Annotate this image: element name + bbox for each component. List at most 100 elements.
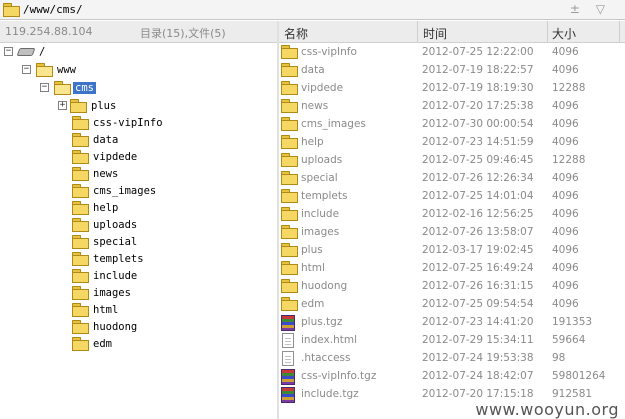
file-size: 59801264 — [552, 370, 606, 382]
folder-icon — [281, 207, 298, 221]
info-bar: 119.254.88.104 目录(15),文件(5) — [0, 21, 277, 43]
collapse-toggle-icon[interactable]: − — [4, 47, 13, 56]
file-list: css-vipInfo 2012-07-25 12:22:00 4096 data 20… — [279, 44, 625, 419]
list-item[interactable]: templets 2012-07-25 14:01:04 4096 — [279, 188, 625, 206]
tree-node-edm[interactable]: edm — [58, 335, 112, 352]
file-time: 2012-07-26 13:58:07 — [422, 226, 534, 238]
column-header-time[interactable]: 时间 — [423, 25, 447, 42]
column-header-size[interactable]: 大小 — [552, 25, 576, 42]
list-item[interactable]: include 2012-02-16 12:56:25 4096 — [279, 206, 625, 224]
folder-icon — [281, 297, 298, 311]
file-time: 2012-07-25 16:49:24 — [422, 262, 534, 274]
list-item[interactable]: images 2012-07-26 13:58:07 4096 — [279, 224, 625, 242]
folder-icon — [72, 184, 89, 198]
list-item[interactable]: index.html 2012-07-29 15:34:11 59664 — [279, 332, 625, 350]
tree-node-images[interactable]: images — [58, 284, 131, 301]
tree-node-root[interactable]: − / — [4, 43, 45, 60]
folder-icon — [281, 243, 298, 257]
folder-icon — [72, 116, 89, 130]
path-bar: /www/cms/ ± ▽ — [0, 0, 625, 20]
tree-node-www[interactable]: − www — [22, 61, 76, 78]
file-time: 2012-07-19 18:22:57 — [422, 64, 534, 76]
tree-node-uploads[interactable]: uploads — [58, 216, 137, 233]
file-size: 4096 — [552, 172, 579, 184]
file-time: 2012-07-26 12:26:34 — [422, 172, 534, 184]
file-size: 4096 — [552, 208, 579, 220]
file-time: 2012-07-26 16:31:15 — [422, 280, 534, 292]
file-time: 2012-07-23 14:51:59 — [422, 136, 534, 148]
file-size: 4096 — [552, 100, 579, 112]
tree-node-plus[interactable]: + plus — [58, 97, 116, 114]
tree-node-help[interactable]: help — [58, 199, 118, 216]
tree-node-label: news — [93, 167, 119, 180]
tree-node-templets[interactable]: templets — [58, 250, 144, 267]
current-path[interactable]: /www/cms/ — [23, 3, 83, 16]
file-name: include.tgz — [301, 388, 359, 400]
collapse-toggle-icon[interactable]: − — [40, 83, 49, 92]
list-item[interactable]: edm 2012-07-25 09:54:54 4096 — [279, 296, 625, 314]
list-item[interactable]: html 2012-07-25 16:49:24 4096 — [279, 260, 625, 278]
collapse-toggle-icon[interactable]: − — [22, 65, 31, 74]
tree-node-huodong[interactable]: huodong — [58, 318, 137, 335]
list-item[interactable]: plus 2012-03-17 19:02:45 4096 — [279, 242, 625, 260]
list-item[interactable]: uploads 2012-07-25 09:46:45 12288 — [279, 152, 625, 170]
file-name: vipdede — [301, 82, 344, 94]
drive-icon — [16, 47, 36, 56]
file-list-header: 名称 时间 大小 — [279, 21, 625, 43]
tree-node-label: html — [93, 303, 119, 316]
file-size: 4096 — [552, 64, 579, 76]
file-size: 98 — [552, 352, 566, 364]
path-bar-controls[interactable]: ± ▽ — [570, 2, 611, 16]
list-item[interactable]: .htaccess 2012-07-24 19:53:38 98 — [279, 350, 625, 368]
document-icon — [282, 351, 294, 366]
list-item[interactable]: huodong 2012-07-26 16:31:15 4096 — [279, 278, 625, 296]
file-name: huodong — [301, 280, 348, 292]
folder-icon — [281, 117, 298, 131]
file-time: 2012-07-25 09:54:54 — [422, 298, 534, 310]
tree-node-html[interactable]: html — [58, 301, 118, 318]
tree-node-label: www — [57, 63, 76, 76]
tree-node-cms[interactable]: − cms — [40, 79, 96, 96]
expand-toggle-icon[interactable]: + — [58, 101, 67, 110]
list-item[interactable]: special 2012-07-26 12:26:34 4096 — [279, 170, 625, 188]
folder-icon — [72, 269, 89, 283]
tree-node-cms_images[interactable]: cms_images — [58, 182, 156, 199]
list-item[interactable]: cms_images 2012-07-30 00:00:54 4096 — [279, 116, 625, 134]
file-name: uploads — [301, 154, 343, 166]
file-name: plus.tgz — [301, 316, 343, 328]
file-size: 59664 — [552, 334, 586, 346]
column-header-name[interactable]: 名称 — [284, 25, 308, 42]
list-item[interactable]: css-vipInfo 2012-07-25 12:22:00 4096 — [279, 44, 625, 62]
file-size: 4096 — [552, 226, 579, 238]
folder-icon — [281, 135, 298, 149]
list-item[interactable]: plus.tgz 2012-07-23 14:41:20 191353 — [279, 314, 625, 332]
folder-icon — [281, 81, 298, 95]
tree-node-data[interactable]: data — [58, 131, 118, 148]
file-time: 2012-07-23 14:41:20 — [422, 316, 534, 328]
file-name: plus — [301, 244, 323, 256]
list-item[interactable]: css-vipInfo.tgz 2012-07-24 18:42:07 598012… — [279, 368, 625, 386]
tree-node-news[interactable]: news — [58, 165, 118, 182]
list-item[interactable]: help 2012-07-23 14:51:59 4096 — [279, 134, 625, 152]
file-size: 12288 — [552, 154, 586, 166]
list-item[interactable]: news 2012-07-20 17:25:38 4096 — [279, 98, 625, 116]
document-icon — [282, 333, 294, 348]
tree-node-special[interactable]: special — [58, 233, 137, 250]
file-time: 2012-07-25 12:22:00 — [422, 46, 534, 58]
file-size: 4096 — [552, 244, 579, 256]
tree-node-label: data — [93, 133, 119, 146]
file-size: 4096 — [552, 136, 579, 148]
file-name: cms_images — [301, 118, 366, 130]
tree-node-label: special — [93, 235, 138, 248]
archive-icon — [281, 315, 295, 331]
list-item[interactable]: data 2012-07-19 18:22:57 4096 — [279, 62, 625, 80]
server-ip: 119.254.88.104 — [5, 25, 93, 38]
file-name: news — [301, 100, 329, 112]
tree-node-vipdede[interactable]: vipdede — [58, 148, 137, 165]
file-time: 2012-07-30 00:00:54 — [422, 118, 534, 130]
tree-node-include[interactable]: include — [58, 267, 137, 284]
list-item[interactable]: vipdede 2012-07-19 18:19:30 12288 — [279, 80, 625, 98]
file-time: 2012-07-20 17:25:38 — [422, 100, 534, 112]
tree-node-css-vipInfo[interactable]: css-vipInfo — [58, 114, 163, 131]
folder-icon — [72, 337, 89, 351]
